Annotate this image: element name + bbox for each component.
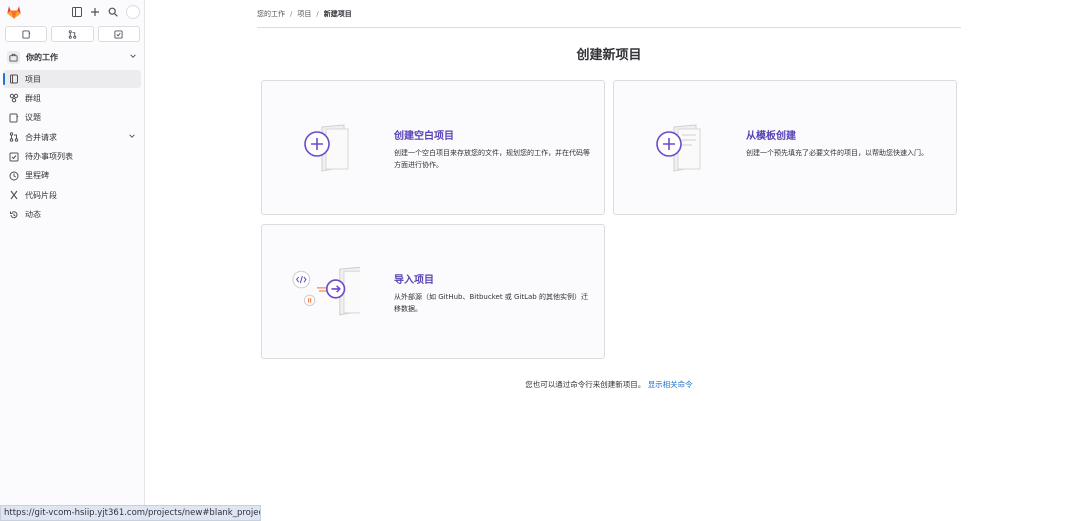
create-from-template-card[interactable]: 从模板创建 创建一个预先填充了必要文件的项目，以帮助您快速入门。 (613, 80, 957, 215)
issues-icon (9, 113, 19, 123)
sidebar: 你的工作 项目 群组 议题 合并请求 待办事项列表 里程碑 代码片段 动态 (0, 0, 145, 521)
card-title[interactable]: 创建空白项目 (394, 127, 454, 142)
sidebar-item-activity[interactable]: 动态 (3, 206, 141, 224)
command-line-note-text: 您也可以通过命令行来创建新项目。 (525, 380, 646, 389)
card-title[interactable]: 从模板创建 (746, 127, 796, 142)
sidebar-item-snippets[interactable]: 代码片段 (3, 186, 141, 204)
divider (257, 27, 961, 28)
blank-project-illustration-icon (304, 124, 349, 172)
card-title[interactable]: 导入项目 (394, 271, 434, 286)
sidebar-item-merge-requests[interactable]: 合并请求 (3, 128, 141, 146)
sidebar-item-label: 项目 (25, 74, 41, 84)
sidebar-top-bar (0, 0, 145, 24)
merge-request-icon (9, 132, 19, 142)
sidebar-item-label: 里程碑 (25, 171, 49, 181)
search-icon[interactable] (106, 5, 120, 19)
command-line-note: 您也可以通过命令行来创建新项目。 显示相关命令 (257, 379, 961, 390)
breadcrumb-item-new-project[interactable]: 新建项目 (324, 9, 352, 19)
snippet-icon (9, 190, 19, 200)
issues-icon (22, 29, 31, 39)
sidebar-item-todos[interactable]: 待办事项列表 (3, 148, 141, 166)
card-description: 从外部源（如 GitHub、Bitbucket 或 GitLab 的其他实例）迁… (394, 293, 588, 313)
breadcrumb-item-projects[interactable]: 项目 (297, 9, 311, 19)
sidebar-item-label: 待办事项列表 (25, 152, 73, 162)
activity-icon (9, 210, 19, 220)
merge-requests-counter-button[interactable] (51, 26, 94, 42)
context-switcher[interactable]: 你的工作 (5, 49, 140, 66)
show-commands-link[interactable]: 显示相关命令 (648, 380, 693, 389)
breadcrumb-separator: / (316, 10, 319, 18)
sidebar-item-label: 动态 (25, 210, 41, 220)
chevron-down-icon (129, 52, 137, 62)
sidebar-counters (5, 26, 140, 42)
breadcrumb-separator: / (290, 10, 293, 18)
card-description: 创建一个预先填充了必要文件的项目，以帮助您快速入门。 (746, 149, 928, 157)
sidebar-item-groups[interactable]: 群组 (3, 89, 141, 107)
milestone-icon (9, 171, 19, 181)
template-illustration-icon (656, 124, 701, 172)
sidebar-item-milestones[interactable]: 里程碑 (3, 167, 141, 185)
context-title: 你的工作 (26, 53, 58, 62)
import-project-card[interactable]: 导入项目 从外部源（如 GitHub、Bitbucket 或 GitLab 的其… (261, 224, 605, 359)
todo-icon (9, 152, 19, 162)
breadcrumb: 您的工作 / 项目 / 新建项目 (257, 8, 352, 20)
page-title: 创建新项目 (576, 48, 642, 63)
create-blank-project-card[interactable]: 创建空白项目 创建一个空白项目来存放您的文件，规划您的工作，并在代码等方面进行协… (261, 80, 605, 215)
sidebar-item-label: 代码片段 (25, 190, 57, 200)
avatar[interactable] (126, 5, 140, 19)
breadcrumb-item-your-work[interactable]: 您的工作 (257, 9, 285, 19)
card-description: 创建一个空白项目来存放您的文件，规划您的工作，并在代码等方面进行协作。 (394, 149, 590, 169)
gitlab-logo-icon[interactable] (6, 4, 22, 20)
project-icon (9, 74, 19, 84)
sidebar-item-label: 合并请求 (25, 132, 57, 142)
chevron-down-icon (128, 132, 136, 142)
sidebar-item-label: 群组 (25, 93, 41, 103)
main-content: 您的工作 / 项目 / 新建项目 创建新项目 创建空白项目 创建一个空白项目来存… (145, 0, 1085, 521)
sidebar-item-label: 议题 (25, 113, 41, 123)
sidebar-item-projects[interactable]: 项目 (3, 70, 141, 88)
work-items-icon (7, 51, 20, 64)
sidebar-toggle-icon[interactable] (70, 5, 84, 19)
group-icon (9, 93, 19, 103)
merge-request-icon (68, 29, 77, 39)
sidebar-item-issues[interactable]: 议题 (3, 109, 141, 127)
todos-counter-button[interactable] (97, 26, 140, 42)
sidebar-nav: 项目 群组 议题 合并请求 待办事项列表 里程碑 代码片段 动态 (3, 70, 141, 225)
browser-status-url: https://git-vcom-hsiip.yjt361.com/projec… (0, 505, 261, 521)
import-project-illustration-icon (292, 266, 360, 316)
issues-counter-button[interactable] (5, 26, 48, 42)
todo-icon (114, 29, 123, 39)
plus-icon[interactable] (88, 5, 102, 19)
